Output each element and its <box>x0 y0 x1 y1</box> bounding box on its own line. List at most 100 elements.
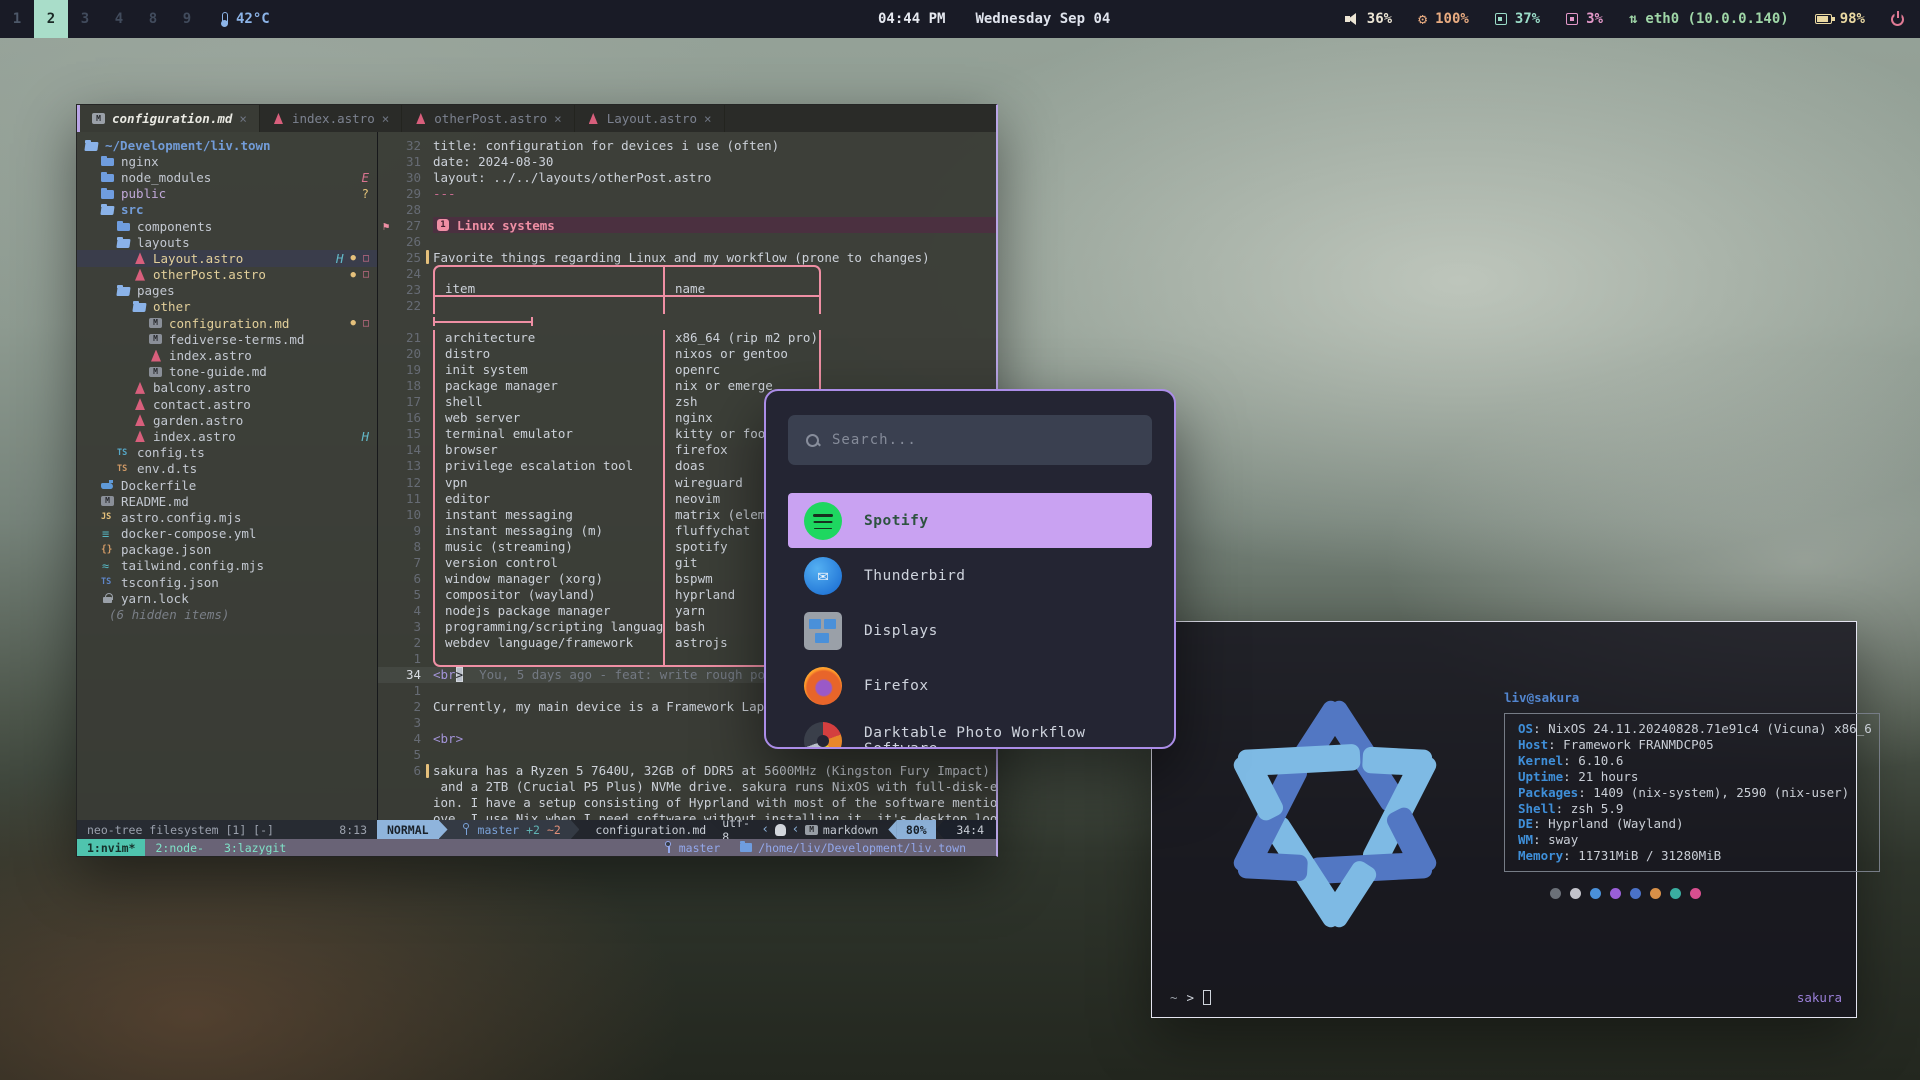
fetch-info-line: DE: Hyprland (Wayland) <box>1518 816 1866 832</box>
diagnostic-hint-badge: H <box>336 251 344 266</box>
workspace-button[interactable]: 8 <box>136 0 170 38</box>
fetch-info-line: Kernel: 6.10.6 <box>1518 753 1866 769</box>
tmux-window[interactable]: 2:node- <box>145 839 213 856</box>
code-line: 25 Favorite things regarding Linux and m… <box>378 249 996 265</box>
tmux-session-name: sakura <box>1797 990 1842 1005</box>
tree-item[interactable]: Layout.astro H ● □ <box>77 250 377 266</box>
workspace-button[interactable]: 9 <box>170 0 204 38</box>
tree-item[interactable]: tone-guide.md <box>77 364 377 380</box>
launcher-item[interactable]: Firefox <box>788 658 1152 713</box>
tree-item[interactable]: Dockerfile <box>77 477 377 493</box>
tree-item[interactable]: otherPost.astro ● □ <box>77 267 377 283</box>
gear-icon <box>1418 10 1427 28</box>
line-number: 9 <box>394 523 424 538</box>
power-module[interactable] <box>1891 13 1904 26</box>
git-change-bar <box>424 538 433 554</box>
tmux-statusbar: 1:nvim*2:node-3:lazygit master /home/liv… <box>77 839 996 856</box>
tree-item[interactable]: docker-compose.yml <box>77 526 377 542</box>
close-icon[interactable]: × <box>554 111 562 126</box>
tree-item-label: tone-guide.md <box>169 364 369 379</box>
tree-item[interactable]: config.ts <box>77 445 377 461</box>
tree-item[interactable]: contact.astro <box>77 396 377 412</box>
tree-item-label: public <box>121 186 354 201</box>
status-bar: 123489 42°C 04:44 PM Wednesday Sep 04 36… <box>0 0 1920 38</box>
diagnostic-error-badge: E <box>361 170 369 185</box>
tree-item[interactable]: public ? <box>77 186 377 202</box>
tree-item[interactable]: other <box>77 299 377 315</box>
launcher-item[interactable]: Displays <box>788 603 1152 658</box>
shell-prompt[interactable]: ~ > <box>1170 990 1211 1005</box>
tree-item[interactable]: tailwind.config.mjs <box>77 558 377 574</box>
brightness-module[interactable]: 100% <box>1418 10 1469 28</box>
close-icon[interactable]: × <box>704 111 712 126</box>
tree-item[interactable]: pages <box>77 283 377 299</box>
git-change-bar <box>424 217 433 233</box>
editor-tab[interactable]: otherPost.astro × <box>402 105 574 132</box>
tree-item-label: Dockerfile <box>121 478 369 493</box>
search-icon <box>806 434 819 447</box>
network-value: eth0 (10.0.0.140) <box>1645 11 1788 27</box>
search-input[interactable] <box>832 432 1134 448</box>
tree-item[interactable]: README.md <box>77 493 377 509</box>
editor-tab[interactable]: Layout.astro × <box>575 105 725 132</box>
tree-item[interactable]: configuration.md ● □ <box>77 315 377 331</box>
tree-item[interactable]: index.astro <box>77 347 377 363</box>
tmux-window[interactable]: 1:nvim* <box>77 839 145 856</box>
tree-item[interactable]: components <box>77 218 377 234</box>
markdown-icon <box>805 825 817 835</box>
table-cell-item: privilege escalation tool <box>433 458 663 474</box>
tree-item[interactable]: (6 hidden items) <box>77 606 377 622</box>
nixos-logo <box>1170 636 1500 992</box>
tree-item[interactable]: fediverse-terms.md <box>77 331 377 347</box>
bufferline: configuration.md × index.astro × otherPo… <box>77 105 996 132</box>
tree-item[interactable]: yarn.lock <box>77 590 377 606</box>
fetch-info-line: WM: sway <box>1518 832 1866 848</box>
git-staged-badge: □ <box>363 318 369 329</box>
git-branch-name: master <box>478 823 520 837</box>
fetch-info-line: Host: Framework FRANMDCP05 <box>1518 737 1866 753</box>
git-change-bar <box>424 683 433 699</box>
launcher-search[interactable] <box>788 415 1152 465</box>
line-number: 6 <box>394 571 424 586</box>
workspace-button[interactable]: 1 <box>0 0 34 38</box>
tree-item[interactable]: index.astro H <box>77 428 377 444</box>
tmux-window[interactable]: 3:lazygit <box>214 839 296 856</box>
tree-item-label: config.ts <box>137 445 369 460</box>
temperature-value: 42°C <box>236 11 270 27</box>
launcher-item[interactable]: Spotify <box>788 493 1152 548</box>
cpu-module: 37% <box>1495 11 1540 27</box>
tree-item[interactable]: nginx <box>77 153 377 169</box>
editor-tab[interactable]: index.astro × <box>260 105 402 132</box>
workspace-button[interactable]: 3 <box>68 0 102 38</box>
workspace-switcher: 123489 <box>0 0 204 38</box>
workspace-button[interactable]: 4 <box>102 0 136 38</box>
line-number: 17 <box>394 394 424 409</box>
network-module[interactable]: eth0 (10.0.0.140) <box>1629 11 1789 27</box>
close-icon[interactable]: × <box>239 111 247 126</box>
tree-item[interactable]: garden.astro <box>77 412 377 428</box>
battery-icon <box>1815 14 1832 24</box>
tree-item[interactable]: balcony.astro <box>77 380 377 396</box>
tab-label: index.astro <box>292 111 375 126</box>
git-change-bar <box>424 442 433 458</box>
tree-item[interactable]: node_modules E <box>77 169 377 185</box>
tree-item[interactable]: env.d.ts <box>77 461 377 477</box>
tree-item[interactable]: ~/Development/liv.town <box>77 137 377 153</box>
tree-item[interactable]: layouts <box>77 234 377 250</box>
editor-tab[interactable]: configuration.md × <box>80 105 260 132</box>
close-icon[interactable]: × <box>382 111 390 126</box>
volume-module[interactable]: 36% <box>1345 11 1392 27</box>
file-icon <box>101 574 117 590</box>
tree-item[interactable]: src <box>77 202 377 218</box>
statusline: neo-tree filesystem [1] [-] 8:13 NORMAL … <box>77 820 996 839</box>
workspace-button[interactable]: 2 <box>34 0 68 38</box>
line-number: 19 <box>394 362 424 377</box>
launcher-item[interactable]: Darktable Photo Workflow Software <box>788 713 1152 749</box>
tree-item[interactable]: tsconfig.json <box>77 574 377 590</box>
tree-item-label: contact.astro <box>153 397 369 412</box>
tree-item[interactable]: package.json <box>77 542 377 558</box>
launcher-item[interactable]: Thunderbird <box>788 548 1152 603</box>
tree-item[interactable]: astro.config.mjs <box>77 509 377 525</box>
code-line <box>378 314 996 330</box>
git-staged-badge: □ <box>363 253 369 264</box>
